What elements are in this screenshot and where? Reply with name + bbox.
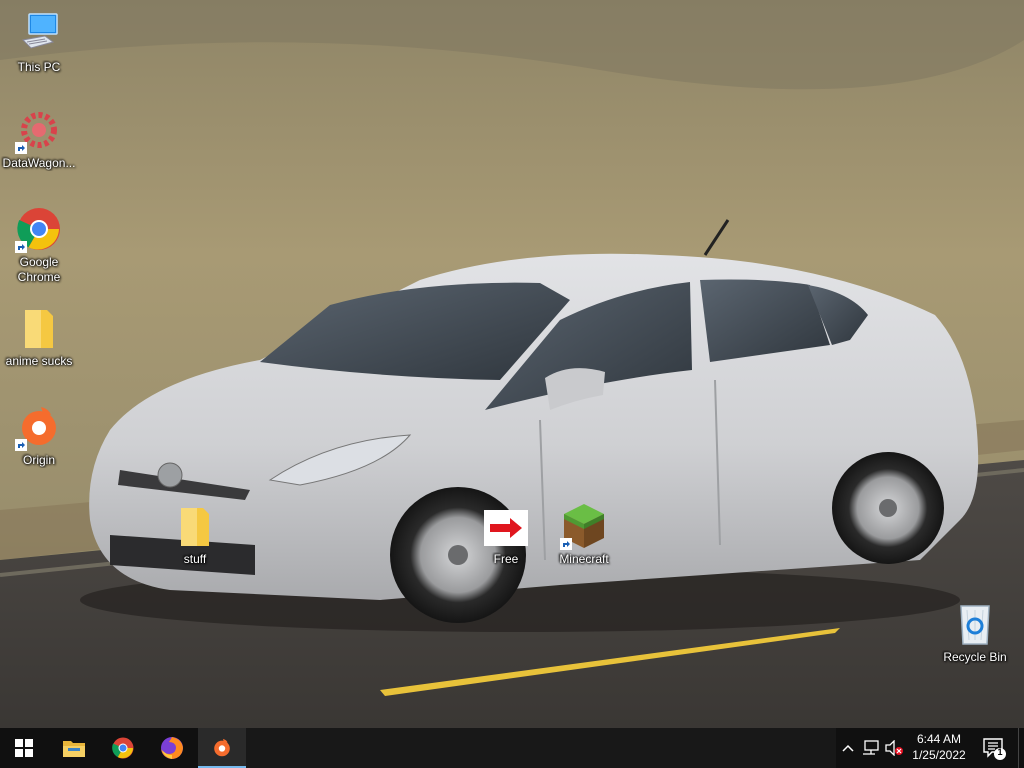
desktop-icon-this-pc[interactable]: This PC <box>0 10 79 75</box>
folder-icon <box>15 304 63 352</box>
origin-icon <box>15 403 63 451</box>
shortcut-arrow-icon <box>15 439 27 451</box>
desktop-icon-google-chrome[interactable]: Google Chrome <box>0 205 79 285</box>
notification-count-badge: 1 <box>997 747 1003 757</box>
desktop-icon-recycle-bin[interactable]: Recycle Bin <box>935 600 1015 665</box>
folder-icon <box>171 502 219 550</box>
taskbar-origin[interactable] <box>198 728 246 768</box>
firefox-icon <box>161 737 183 759</box>
desktop-icon-label: Free <box>493 552 519 566</box>
desktop-icon-label: DataWagon... <box>2 156 76 170</box>
volume-muted-icon <box>885 740 903 756</box>
origin-icon <box>214 738 230 757</box>
file-explorer-icon <box>63 741 85 757</box>
this-pc-icon <box>15 10 63 58</box>
desktop-icon-origin[interactable]: Origin <box>0 403 79 468</box>
shortcut-arrow-icon <box>15 142 27 154</box>
wallpaper-image <box>0 0 1024 728</box>
shortcut-arrow-icon <box>560 538 572 550</box>
taskbar-empty-area[interactable] <box>246 728 836 768</box>
tray-show-hidden-icons[interactable] <box>838 736 858 760</box>
desktop-icon-free[interactable]: Free <box>466 502 546 567</box>
chrome-icon <box>112 737 134 759</box>
desktop-icon-label: stuff <box>183 552 207 566</box>
desktop-icon-label: Recycle Bin <box>943 650 1007 664</box>
desktop-icon-label: Minecraft <box>559 552 609 566</box>
desktop-icon-label: Google Chrome <box>17 255 61 284</box>
desktop[interactable]: This PC DataWagon... Google Chrome anime… <box>0 0 1024 728</box>
minecraft-grass-block-icon <box>560 502 608 550</box>
desktop-icon-anime-sucks[interactable]: anime sucks <box>0 304 79 369</box>
red-arrow-icon <box>482 502 530 550</box>
desktop-icon-stuff[interactable]: stuff <box>155 502 235 567</box>
tray-volume[interactable] <box>884 736 904 760</box>
taskbar-clock[interactable]: 6:44 AM 1/25/2022 <box>902 731 976 765</box>
recycle-bin-icon <box>951 600 999 648</box>
start-button[interactable] <box>0 728 48 768</box>
taskbar: 6:44 AM 1/25/2022 1 <box>0 728 1024 768</box>
clock-time: 6:44 AM <box>916 732 962 746</box>
datawagon-icon <box>15 106 63 154</box>
desktop-icon-minecraft[interactable]: Minecraft <box>544 502 624 567</box>
taskbar-chrome[interactable] <box>99 728 147 768</box>
windows-start-icon <box>15 739 33 757</box>
desktop-icon-label: anime sucks <box>5 354 73 368</box>
network-icon <box>863 740 879 755</box>
show-desktop-button[interactable] <box>1018 728 1024 768</box>
tray-network[interactable] <box>861 736 881 760</box>
desktop-icon-label: Origin <box>22 453 55 467</box>
taskbar-file-explorer[interactable] <box>50 728 98 768</box>
action-center-button[interactable]: 1 <box>980 734 1008 762</box>
desktop-icon-datawagon[interactable]: DataWagon... <box>0 106 79 171</box>
desktop-icon-label: This PC <box>17 60 61 74</box>
shortcut-arrow-icon <box>15 241 27 253</box>
taskbar-firefox[interactable] <box>148 728 196 768</box>
chrome-icon <box>15 205 63 253</box>
chevron-up-icon <box>842 744 854 752</box>
clock-date: 1/25/2022 <box>912 748 966 762</box>
